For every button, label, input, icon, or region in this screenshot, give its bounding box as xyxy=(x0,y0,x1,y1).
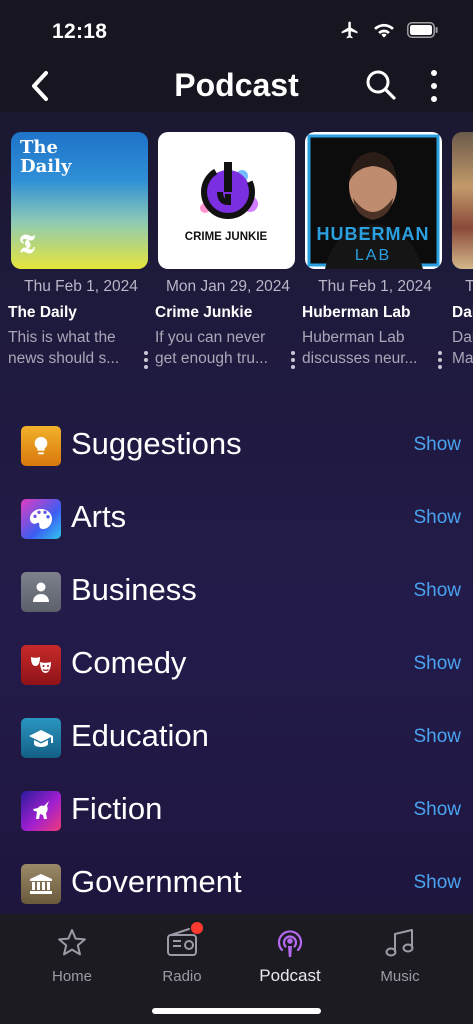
search-button[interactable] xyxy=(364,68,398,102)
podcast-card-the-daily[interactable]: The Daily 𝕿 Thu Feb 1, 2024 The Daily Thi… xyxy=(8,132,151,370)
show-button[interactable]: Show xyxy=(413,726,461,748)
podcast-description-line: Huberman Lab xyxy=(302,329,405,346)
more-options-button[interactable] xyxy=(424,68,444,104)
more-vertical-icon[interactable] xyxy=(290,350,296,370)
tab-music[interactable]: Music xyxy=(350,926,450,996)
podcast-date: Thu Feb 1, 2024 xyxy=(24,278,138,295)
podcast-description-line: get enough tru... xyxy=(155,350,268,367)
category-label: Government xyxy=(71,864,242,899)
tab-label: Radio xyxy=(162,968,202,985)
graduation-cap-icon xyxy=(21,718,61,758)
person-icon xyxy=(21,572,61,612)
podcast-description: Daily Ma xyxy=(452,327,473,369)
show-button[interactable]: Show xyxy=(413,507,461,529)
government-building-icon xyxy=(21,864,61,904)
category-row-arts[interactable]: Arts Show xyxy=(0,487,473,547)
category-row-comedy[interactable]: Comedy Show xyxy=(0,633,473,693)
podcast-artwork[interactable]: HUBERMAN LAB xyxy=(305,132,442,269)
category-label: Suggestions xyxy=(71,426,242,461)
more-vertical-icon xyxy=(431,70,437,102)
battery-icon xyxy=(407,22,438,38)
show-button[interactable]: Show xyxy=(413,872,461,894)
tab-radio[interactable]: Radio xyxy=(132,922,232,996)
artwork-text: CRIME JUNKIE xyxy=(185,231,268,243)
podcast-card-crime-junkie[interactable]: CRIME JUNKIE Mon Jan 29, 2024 Crime Junk… xyxy=(155,132,298,370)
podcast-date: Thu Feb 1, 2024 xyxy=(465,278,473,295)
artwork-text: The Daily xyxy=(20,137,72,177)
search-icon xyxy=(366,70,396,100)
show-button[interactable]: Show xyxy=(413,580,461,602)
category-label: Education xyxy=(71,718,209,753)
podcast-description-line: This is what the xyxy=(8,329,116,346)
wifi-icon xyxy=(374,23,394,38)
status-icons xyxy=(339,20,439,40)
category-label: Arts xyxy=(71,499,127,534)
crime-junkie-logo-icon: CRIME JUNKIE xyxy=(185,162,268,243)
tab-home[interactable]: Home xyxy=(22,926,122,996)
page-title: Podcast xyxy=(174,67,299,103)
category-label: Fiction xyxy=(71,791,163,826)
podcast-description-line: discusses neur... xyxy=(302,350,418,367)
category-row-education[interactable]: Education Show xyxy=(0,706,473,766)
more-vertical-icon[interactable] xyxy=(143,350,149,370)
category-row-business[interactable]: Business Show xyxy=(0,560,473,620)
tab-label: Home xyxy=(51,968,92,985)
podcast-artwork[interactable] xyxy=(452,132,473,269)
podcast-title: Daily xyxy=(452,304,473,321)
music-note-icon xyxy=(383,926,417,960)
masks-icon xyxy=(21,645,61,685)
nyt-logo-icon: 𝕿 xyxy=(19,230,35,260)
podcast-card-partial[interactable]: Thu Feb 1, 2024 Daily Daily Ma xyxy=(452,132,473,369)
show-button[interactable]: Show xyxy=(413,653,461,675)
category-label: Business xyxy=(71,572,197,607)
podcast-carousel[interactable]: The Daily 𝕿 Thu Feb 1, 2024 The Daily Thi… xyxy=(0,132,473,372)
palette-icon xyxy=(21,499,61,539)
podcast-card-huberman-lab[interactable]: HUBERMAN LAB Thu Feb 1, 2024 Huberman La… xyxy=(302,132,445,370)
huberman-portrait-icon: HUBERMAN LAB xyxy=(307,134,440,269)
status-bar: 12:18 xyxy=(0,0,473,60)
podcast-title: The Daily xyxy=(8,304,77,321)
category-row-fiction[interactable]: Fiction Show xyxy=(0,779,473,839)
tab-podcast[interactable]: Podcast xyxy=(240,926,340,996)
radio-icon xyxy=(165,922,203,960)
podcast-description: If you can never get enough tru... xyxy=(155,327,277,369)
podcast-title: Crime Junkie xyxy=(155,304,253,321)
category-row-government[interactable]: Government Show xyxy=(0,852,473,912)
podcast-description-line: Daily xyxy=(452,329,473,346)
home-indicator[interactable] xyxy=(152,1008,321,1014)
podcast-artwork[interactable]: CRIME JUNKIE xyxy=(158,132,295,269)
artwork-text: HUBERMAN xyxy=(317,224,430,244)
tab-label: Podcast xyxy=(259,966,321,985)
lightbulb-icon xyxy=(21,426,61,466)
podcast-description-line: Ma xyxy=(452,350,473,367)
show-button[interactable]: Show xyxy=(413,799,461,821)
podcast-title: Huberman Lab xyxy=(302,304,411,321)
podcast-icon xyxy=(273,926,307,960)
airplane-icon xyxy=(341,21,358,39)
tab-label: Music xyxy=(380,968,420,985)
podcast-description-line: news should s... xyxy=(8,350,120,367)
artwork-text: LAB xyxy=(355,247,391,264)
podcast-description: This is what the news should s... xyxy=(8,327,130,369)
podcast-artwork[interactable]: The Daily 𝕿 xyxy=(11,132,148,269)
category-row-suggestions[interactable]: Suggestions Show xyxy=(0,414,473,474)
star-icon xyxy=(55,926,89,960)
podcast-date: Mon Jan 29, 2024 xyxy=(165,278,291,295)
nav-bar: Podcast xyxy=(0,60,473,112)
status-time: 12:18 xyxy=(52,20,108,43)
show-button[interactable]: Show xyxy=(413,434,461,456)
category-label: Comedy xyxy=(71,645,187,680)
unicorn-icon xyxy=(21,791,61,831)
more-vertical-icon[interactable] xyxy=(437,350,443,370)
podcast-date: Thu Feb 1, 2024 xyxy=(318,278,432,295)
podcast-description-line: If you can never xyxy=(155,329,266,346)
notification-badge xyxy=(191,922,203,934)
podcast-description: Huberman Lab discusses neur... xyxy=(302,327,424,369)
